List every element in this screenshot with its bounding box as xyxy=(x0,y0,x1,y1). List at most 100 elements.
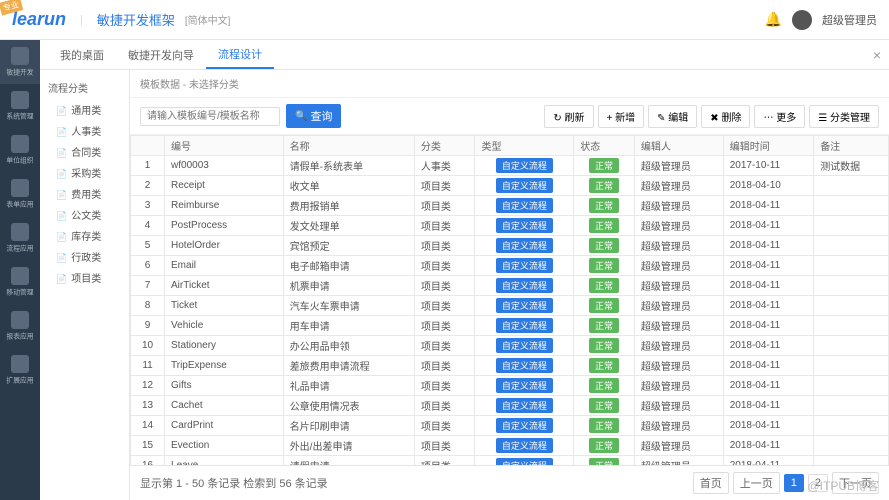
page-1[interactable]: 1 xyxy=(784,474,804,492)
topbar: learun | 敏捷开发框架 [简体中文] 🔔 超级管理员 xyxy=(0,0,889,40)
category-item-8[interactable]: 项目类 xyxy=(40,267,129,288)
status-badge: 正常 xyxy=(589,278,619,293)
bell-icon[interactable]: 🔔 xyxy=(765,11,782,28)
col-header: 类型 xyxy=(475,136,574,156)
col-header: 编辑人 xyxy=(634,136,723,156)
sidebar-item-3[interactable]: 表单应用 xyxy=(0,172,40,216)
col-header: 编号 xyxy=(165,136,284,156)
table-row[interactable]: 8Ticket汽车火车票申请项目类 自定义流程 正常 超级管理员2018-04-… xyxy=(131,296,889,316)
table-row[interactable]: 12Gifts礼品申请项目类 自定义流程 正常 超级管理员2018-04-11 xyxy=(131,376,889,396)
sidebar-icon xyxy=(11,267,29,285)
sidebar-item-6[interactable]: 报表应用 xyxy=(0,304,40,348)
table-row[interactable]: 13Cachet公章使用情况表项目类 自定义流程 正常 超级管理员2018-04… xyxy=(131,396,889,416)
category-item-1[interactable]: 人事类 xyxy=(40,120,129,141)
toolbar-刷新[interactable]: ↻ 刷新 xyxy=(544,105,593,128)
search-input[interactable] xyxy=(140,107,280,126)
type-badge: 自定义流程 xyxy=(496,458,553,465)
type-badge: 自定义流程 xyxy=(496,438,553,453)
table-row[interactable]: 7AirTicket机票申请项目类 自定义流程 正常 超级管理员2018-04-… xyxy=(131,276,889,296)
sidebar-icon xyxy=(11,91,29,109)
sidebar: 敏捷开发系统管理单位组织表单应用流程应用移动管理报表应用扩展应用 xyxy=(0,40,40,500)
type-badge: 自定义流程 xyxy=(496,178,553,193)
category-item-3[interactable]: 采购类 xyxy=(40,162,129,183)
status-badge: 正常 xyxy=(589,218,619,233)
sidebar-icon xyxy=(11,135,29,153)
table-row[interactable]: 11TripExpense差旅费用申请流程项目类 自定义流程 正常 超级管理员2… xyxy=(131,356,889,376)
table-row[interactable]: 6Email电子邮箱申请项目类 自定义流程 正常 超级管理员2018-04-11 xyxy=(131,256,889,276)
table-row[interactable]: 5HotelOrder宾馆预定项目类 自定义流程 正常 超级管理员2018-04… xyxy=(131,236,889,256)
tab-2[interactable]: 流程设计 xyxy=(206,41,274,69)
tab-1[interactable]: 敏捷开发向导 xyxy=(116,42,206,68)
watermark: @ITPUB博客 xyxy=(807,477,879,494)
status-badge: 正常 xyxy=(589,438,619,453)
type-badge: 自定义流程 xyxy=(496,318,553,333)
table-row[interactable]: 15Evection外出/出差申请项目类 自定义流程 正常 超级管理员2018-… xyxy=(131,436,889,456)
lang-switch[interactable]: [简体中文] xyxy=(185,12,231,27)
type-badge: 自定义流程 xyxy=(496,158,553,173)
category-item-5[interactable]: 公文类 xyxy=(40,204,129,225)
status-badge: 正常 xyxy=(589,418,619,433)
col-header: 名称 xyxy=(283,136,414,156)
app-title: 敏捷开发框架 xyxy=(97,10,175,29)
sidebar-item-0[interactable]: 敏捷开发 xyxy=(0,40,40,84)
table-row[interactable]: 14CardPrint名片印刷申请项目类 自定义流程 正常 超级管理员2018-… xyxy=(131,416,889,436)
toolbar-编辑[interactable]: ✎ 编辑 xyxy=(648,105,697,128)
toolbar: 🔍 查询 ↻ 刷新+ 新增✎ 编辑✖ 删除⋯ 更多☰ 分类管理 xyxy=(130,98,889,135)
toolbar-删除[interactable]: ✖ 删除 xyxy=(701,105,750,128)
summary: 显示第 1 - 50 条记录 检索到 56 条记录 xyxy=(140,475,328,491)
col-header xyxy=(131,136,165,156)
username[interactable]: 超级管理员 xyxy=(822,12,877,28)
sidebar-item-4[interactable]: 流程应用 xyxy=(0,216,40,260)
sidebar-item-1[interactable]: 系统管理 xyxy=(0,84,40,128)
sidebar-icon xyxy=(11,311,29,329)
status-badge: 正常 xyxy=(589,198,619,213)
category-title: 流程分类 xyxy=(40,76,129,99)
col-header: 编辑时间 xyxy=(723,136,813,156)
type-badge: 自定义流程 xyxy=(496,358,553,373)
tab-0[interactable]: 我的桌面 xyxy=(48,42,116,68)
table-row[interactable]: 9Vehicle用车申请项目类 自定义流程 正常 超级管理员2018-04-11 xyxy=(131,316,889,336)
logo: learun xyxy=(12,9,66,30)
table-row[interactable]: 1wf00003请假单-系统表单人事类 自定义流程 正常 超级管理员2017-1… xyxy=(131,156,889,176)
category-item-0[interactable]: 通用类 xyxy=(40,99,129,120)
toolbar-更多[interactable]: ⋯ 更多 xyxy=(754,105,805,128)
status-badge: 正常 xyxy=(589,178,619,193)
avatar[interactable] xyxy=(792,10,812,30)
table-row[interactable]: 2Receipt收文单项目类 自定义流程 正常 超级管理员2018-04-10 xyxy=(131,176,889,196)
page-first[interactable]: 首页 xyxy=(693,472,729,494)
toolbar-新增[interactable]: + 新增 xyxy=(598,105,645,128)
sidebar-icon xyxy=(11,223,29,241)
table-row[interactable]: 4PostProcess发文处理单项目类 自定义流程 正常 超级管理员2018-… xyxy=(131,216,889,236)
type-badge: 自定义流程 xyxy=(496,378,553,393)
tabs: 我的桌面敏捷开发向导流程设计 × xyxy=(40,40,889,70)
status-badge: 正常 xyxy=(589,318,619,333)
page-prev[interactable]: 上一页 xyxy=(733,472,780,494)
col-header: 状态 xyxy=(574,136,635,156)
sidebar-icon xyxy=(11,47,29,65)
sidebar-item-5[interactable]: 移动管理 xyxy=(0,260,40,304)
footer: 显示第 1 - 50 条记录 检索到 56 条记录 首页 上一页 1 2 下一页 xyxy=(130,465,889,500)
category-item-2[interactable]: 合同类 xyxy=(40,141,129,162)
close-icon[interactable]: × xyxy=(873,47,881,63)
table-row[interactable]: 16Leave请假申请项目类 自定义流程 正常 超级管理员2018-04-11 xyxy=(131,456,889,466)
type-badge: 自定义流程 xyxy=(496,198,553,213)
sidebar-icon xyxy=(11,179,29,197)
category-item-4[interactable]: 费用类 xyxy=(40,183,129,204)
sidebar-icon xyxy=(11,355,29,373)
col-header: 分类 xyxy=(414,136,475,156)
table-row[interactable]: 3Reimburse费用报销单项目类 自定义流程 正常 超级管理员2018-04… xyxy=(131,196,889,216)
category-item-7[interactable]: 行政类 xyxy=(40,246,129,267)
toolbar-分类管理[interactable]: ☰ 分类管理 xyxy=(809,105,879,128)
sidebar-item-7[interactable]: 扩展应用 xyxy=(0,348,40,392)
status-badge: 正常 xyxy=(589,378,619,393)
sidebar-item-2[interactable]: 单位组织 xyxy=(0,128,40,172)
status-badge: 正常 xyxy=(589,298,619,313)
status-badge: 正常 xyxy=(589,358,619,373)
category-item-6[interactable]: 库存类 xyxy=(40,225,129,246)
type-badge: 自定义流程 xyxy=(496,238,553,253)
type-badge: 自定义流程 xyxy=(496,278,553,293)
search-button[interactable]: 🔍 查询 xyxy=(286,104,341,128)
status-badge: 正常 xyxy=(589,158,619,173)
table-row[interactable]: 10Stationery办公用品申领项目类 自定义流程 正常 超级管理员2018… xyxy=(131,336,889,356)
col-header: 备注 xyxy=(814,136,889,156)
